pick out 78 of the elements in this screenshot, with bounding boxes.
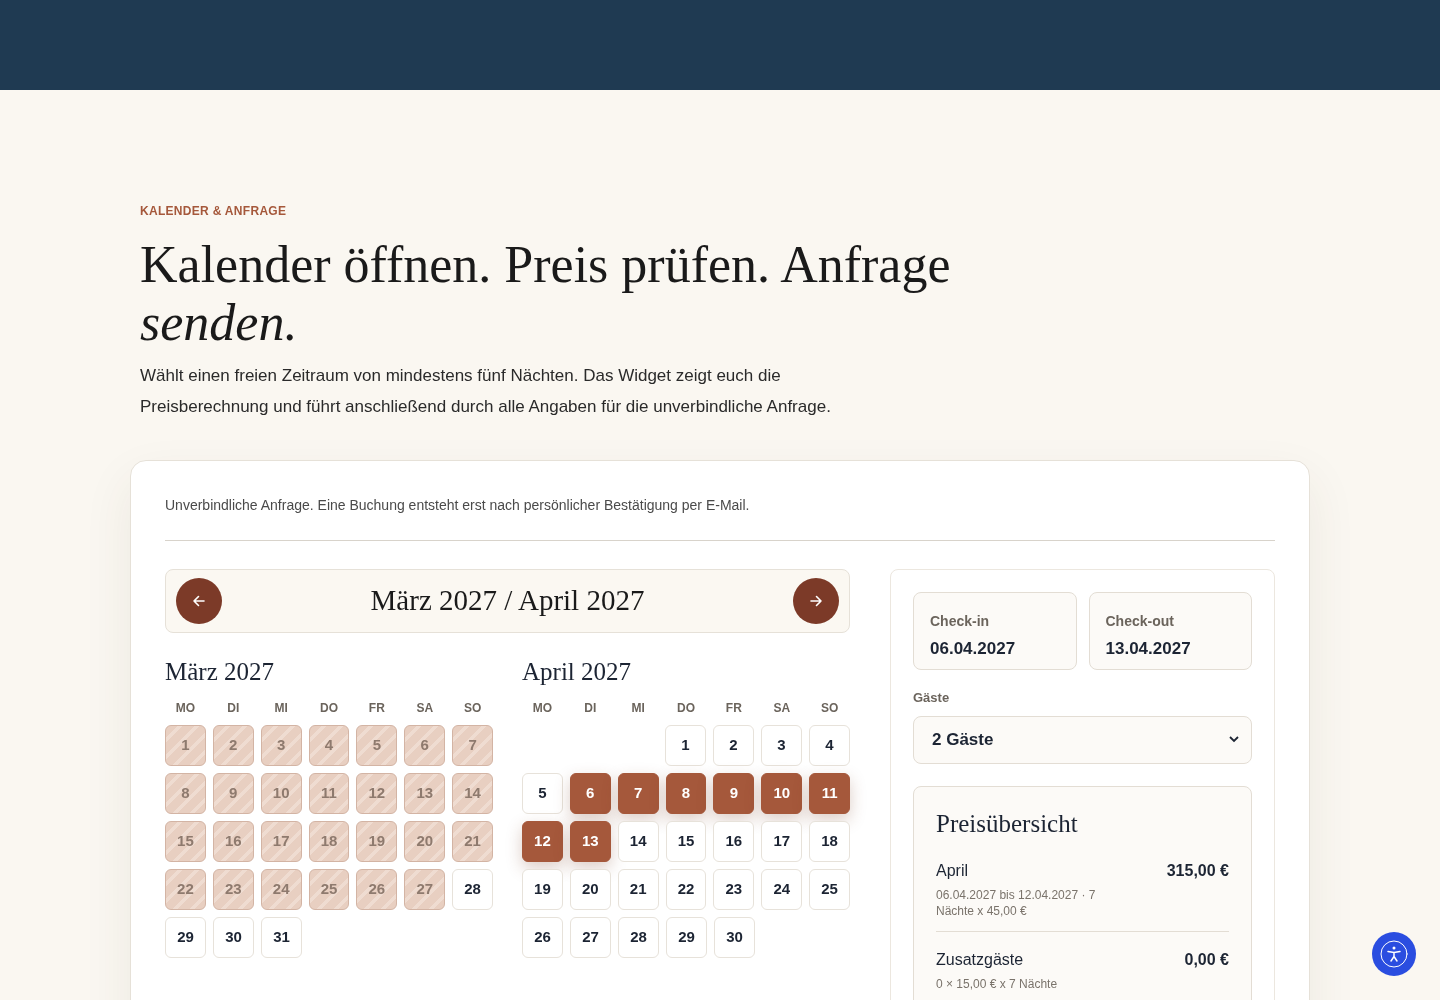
calendar-day[interactable]: 14 [617, 821, 659, 862]
calendar-day[interactable]: 10 [761, 773, 803, 814]
calendar-day[interactable]: 4 [809, 725, 850, 766]
calendar-day[interactable]: 31 [261, 917, 302, 958]
calendar-day[interactable]: 29 [165, 917, 206, 958]
calendar-day[interactable]: 19 [522, 869, 563, 910]
calendar-day[interactable]: 2 [713, 725, 754, 766]
calendar-day[interactable]: 1 [665, 725, 706, 766]
month-title: März 2027 [165, 657, 275, 687]
weekday-label: MO [174, 700, 197, 717]
calendar-day[interactable]: 3 [761, 725, 802, 766]
calendar-day[interactable]: 30 [213, 917, 254, 958]
weekday-label: FR [724, 700, 743, 717]
calendar-day[interactable]: 22 [665, 869, 707, 910]
select-value: 2 Gäste [932, 728, 994, 751]
price-label: April [936, 860, 969, 881]
weekday-label: SA [772, 700, 792, 717]
weekday-label: SA [415, 700, 435, 717]
weekday-label: FR [367, 700, 386, 717]
calendar-day[interactable]: 23 [713, 869, 755, 910]
price-summary-title: Preisübersicht [936, 808, 1079, 839]
calendar-day[interactable]: 24 [761, 869, 803, 910]
calendar-day[interactable]: 21 [617, 869, 659, 910]
calendar-day[interactable]: 11 [809, 773, 850, 814]
calendar-day[interactable]: 9 [713, 773, 755, 814]
date-value: 06.04.2027 [930, 638, 1017, 660]
calendar-day[interactable]: 13 [569, 821, 611, 862]
calendar-day[interactable]: 25 [809, 869, 850, 910]
chevron-down-icon [1229, 736, 1239, 743]
previous-button[interactable] [176, 578, 222, 624]
arrow-left-icon [192, 594, 206, 608]
weekday-label: MI [630, 700, 646, 717]
intro-text: Wählt einen freien Zeitraum von mindestens fünf Nächten. Das Widget zeigt euch die Preisberechnung und führt anschließend durch alle Angaben für die unverbindliche Anfrage. [140, 365, 832, 418]
calendar-day[interactable]: 28 [452, 869, 493, 910]
calendar-day[interactable]: 7 [617, 773, 659, 814]
date-label: Check-out [1105, 612, 1175, 631]
date-field[interactable]: Check-in 06.04.2027 [913, 592, 1077, 670]
date-label: Check-in [930, 612, 991, 631]
accessibility-icon [1379, 939, 1409, 969]
weekday-label: DO [676, 700, 696, 717]
calendar-day[interactable]: 16 [713, 821, 755, 862]
weekday-label: SO [462, 700, 483, 717]
guests-select[interactable]: 2 Gäste [913, 715, 1252, 764]
month-title: April 2027 [522, 657, 633, 687]
calendar-day[interactable]: 5 [522, 773, 563, 814]
price-amount: 315,00 € [1166, 860, 1229, 881]
month-range-title: März 2027 / April 2027 [370, 583, 645, 619]
price-detail: 06.04.2027 bis 12.04.2027 · 7 Nächte x 45,00 € [936, 886, 1097, 919]
weekday-label: MI [273, 700, 289, 717]
price-label: Zusatzgäste [936, 949, 1025, 970]
calendar-day[interactable]: 8 [665, 773, 707, 814]
calendar-day[interactable]: 27 [570, 917, 611, 958]
next-button[interactable] [793, 578, 839, 624]
calendar-day[interactable]: 18 [809, 821, 850, 862]
calendar-day[interactable]: 12 [522, 821, 563, 862]
weekday-label: DI [226, 700, 241, 717]
calendar-day[interactable]: 20 [569, 869, 611, 910]
price-detail: 0 × 15,00 € x 7 Nächte [936, 975, 1059, 992]
date-field[interactable]: Check-out 13.04.2027 [1088, 592, 1252, 670]
date-value: 13.04.2027 [1105, 638, 1192, 660]
arrow-right-icon [809, 594, 823, 608]
calendar-day[interactable]: 26 [522, 917, 563, 958]
weekday-label: DO [319, 700, 339, 717]
price-amount: 0,00 € [1184, 949, 1229, 970]
weekday-label: MO [531, 700, 554, 717]
accessibility-button[interactable] [1372, 932, 1416, 976]
eyebrow: KALENDER & ANFRAGE [140, 203, 288, 220]
calendar-day[interactable]: 17 [761, 821, 803, 862]
weekday-label: DI [583, 700, 598, 717]
calendar-day[interactable]: 30 [714, 917, 755, 958]
headline: Kalender öffnen. Preis prüfen. Anfrage senden. [140, 236, 952, 352]
calendar-day[interactable]: 15 [665, 821, 707, 862]
guests-label: Gäste [913, 689, 951, 707]
weekday-label: SO [819, 700, 840, 717]
calendar-day[interactable]: 28 [618, 917, 659, 958]
notice-text: Unverbindliche Anfrage. Eine Buchung entsteht erst nach persönlicher Bestätigung per E-Mail. [165, 496, 751, 515]
calendar-day[interactable]: 6 [569, 773, 611, 814]
calendar-day[interactable]: 29 [666, 917, 707, 958]
